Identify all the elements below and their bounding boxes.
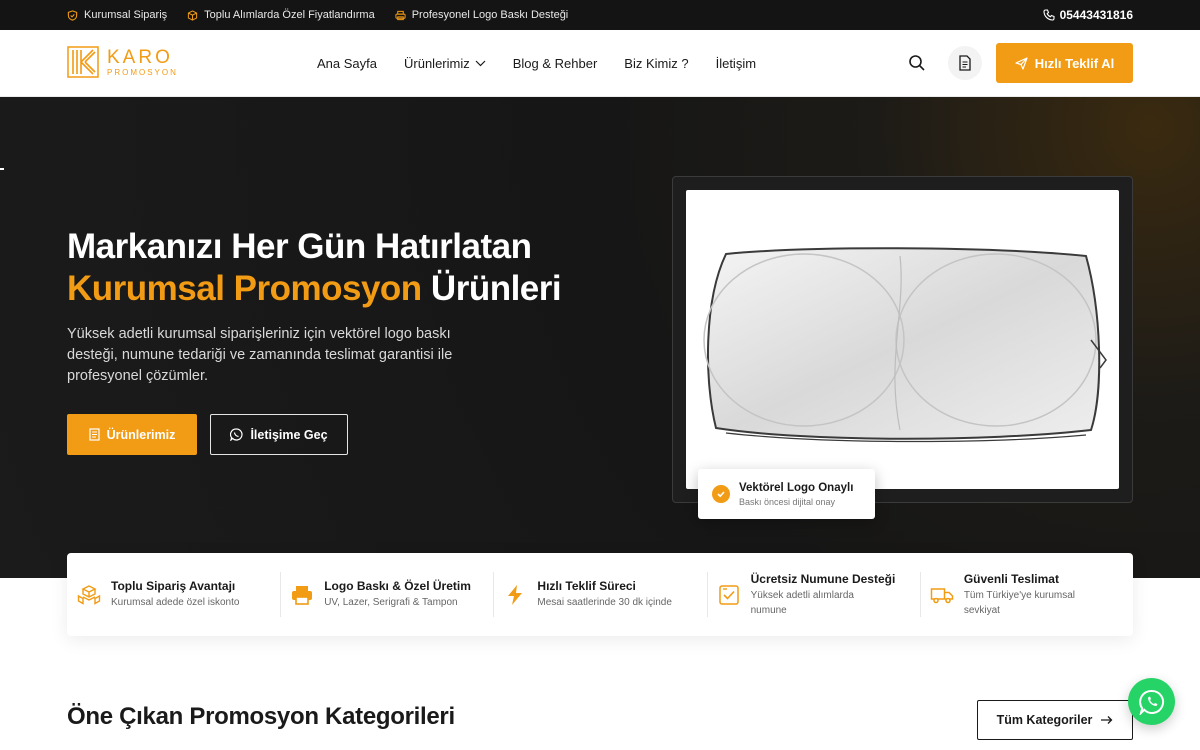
feature-fast-quote: Hızlı Teklif Süreci Mesai saatlerinde 30…: [493, 553, 706, 636]
logo-sub-text: PROMOSYON: [107, 67, 178, 77]
shield-icon: [67, 9, 78, 21]
whatsapp-icon: [230, 428, 244, 441]
box-icon: [188, 9, 198, 21]
contact-button[interactable]: İletişime Geç: [210, 414, 348, 455]
feature-title: Güvenli Teslimat: [963, 571, 1059, 586]
document-icon: [959, 55, 971, 71]
printer-icon: [395, 10, 406, 20]
printer-icon: [292, 585, 313, 605]
feature-title: Toplu Sipariş Avantajı: [111, 579, 236, 593]
quick-quote-label: Hızlı Teklif Al: [1034, 55, 1115, 71]
vector-logo-badge: Vektörel Logo Onaylı Baskı öncesi dijita…: [698, 469, 875, 519]
features-bar: Toplu Sipariş Avantajı Kurumsal adede öz…: [67, 553, 1133, 636]
chevron-down-icon: [475, 60, 486, 67]
nav-item-label: Ürünlerimiz: [404, 56, 470, 71]
nav-item-about[interactable]: Biz Kimiz ?: [624, 56, 688, 71]
feature-bulk-order: Toplu Sipariş Avantajı Kurumsal adede öz…: [67, 553, 280, 636]
checklist-icon: [718, 584, 739, 605]
section-title: Öne Çıkan Promosyon Kategorileri: [67, 703, 455, 730]
topbar-item-label: Profesyonel Logo Baskı Desteği: [411, 9, 569, 21]
main-nav: Ana Sayfa Ürünlerimiz Blog & Rehber Biz …: [317, 30, 756, 97]
karo-logo-icon: [67, 46, 99, 78]
feature-desc: UV, Lazer, Serigrafi & Tampon: [324, 597, 458, 608]
nav-item-home[interactable]: Ana Sayfa: [317, 56, 377, 71]
logo-main-text: KARO: [107, 46, 173, 68]
site-logo[interactable]: KARO PROMOSYON: [67, 46, 178, 78]
topbar-item-label: Toplu Alımlarda Özel Fiyatlandırma: [204, 9, 375, 21]
bolt-icon: [508, 584, 523, 605]
quick-quote-button[interactable]: Hızlı Teklif Al: [996, 43, 1133, 83]
catalog-icon: [89, 428, 100, 441]
phone-icon: [1043, 9, 1055, 21]
feature-logo-print: Logo Baskı & Özel Üretim UV, Lazer, Seri…: [280, 553, 493, 636]
whatsapp-icon: [1138, 689, 1164, 715]
feature-desc: Tüm Türkiye'ye kurumsal sevkiyat: [963, 589, 1076, 616]
feature-title: Hızlı Teklif Süreci: [537, 579, 636, 593]
arrow-right-icon: [1101, 716, 1113, 724]
sunshade-illustration: [703, 247, 1107, 443]
hero-title: Markanızı Her Gün Hatırlatan Kurumsal Pr…: [67, 226, 562, 310]
hero-title-rest: Ürünleri: [421, 269, 562, 308]
all-categories-label: Tüm Kategoriler: [996, 713, 1093, 727]
hero-lead: Yüksek adetli kurumsal siparişleriniz iç…: [67, 326, 453, 384]
nav-item-contact[interactable]: İletişim: [716, 56, 756, 71]
contact-button-label: İletişime Geç: [250, 427, 328, 442]
topbar-item-corporate: Kurumsal Sipariş: [67, 9, 167, 21]
hero-title-line1: Markanızı Her Gün Hatırlatan: [67, 227, 532, 266]
search-button[interactable]: [900, 46, 934, 80]
sunshade-product-image: [686, 190, 1119, 489]
send-icon: [1015, 56, 1028, 70]
nav-item-blog[interactable]: Blog & Rehber: [513, 56, 598, 71]
badge-subtitle: Baskı öncesi dijital onay: [739, 496, 836, 507]
check-circle-icon: [712, 485, 730, 503]
feature-title: Ücretsiz Numune Desteği: [750, 571, 896, 586]
feature-title: Logo Baskı & Özel Üretim: [324, 579, 471, 593]
hero-title-accent: Kurumsal Promosyon: [67, 269, 422, 308]
all-categories-button[interactable]: Tüm Kategoriler: [977, 700, 1133, 740]
feature-desc: Kurumsal adede özel iskonto: [111, 597, 240, 608]
search-icon: [909, 55, 925, 71]
nav-item-products[interactable]: Ürünlerimiz: [404, 56, 486, 71]
boxes-icon: [77, 584, 101, 605]
topbar-item-bulk: Toplu Alımlarda Özel Fiyatlandırma: [187, 9, 375, 21]
main-header: KARO PROMOSYON Ana Sayfa Ürünlerimiz Blo…: [0, 30, 1200, 97]
hero-product-frame: [672, 176, 1133, 503]
hero-section: Markanızı Her Gün Hatırlatan Kurumsal Pr…: [0, 97, 1200, 578]
topbar-item-label: Kurumsal Sipariş: [84, 9, 168, 21]
products-button[interactable]: Ürünlerimiz: [67, 414, 197, 455]
whatsapp-float-button[interactable]: [1128, 678, 1175, 725]
top-bar: Kurumsal Sipariş Toplu Alımlarda Özel Fi…: [0, 0, 1200, 30]
feature-free-sample: Ücretsiz Numune Desteği Yüksek adetli al…: [706, 553, 920, 636]
phone-number: 05443431816: [1059, 8, 1133, 22]
quote-list-button[interactable]: [948, 46, 982, 80]
feature-desc: Yüksek adetli alımlarda numune: [750, 589, 854, 616]
products-button-label: Ürünlerimiz: [106, 427, 176, 442]
truck-icon: [930, 587, 954, 603]
feature-desc: Mesai saatlerinde 30 dk içinde: [537, 597, 672, 608]
badge-title: Vektörel Logo Onaylı: [739, 481, 854, 494]
topbar-item-logo-print: Profesyonel Logo Baskı Desteği: [395, 9, 569, 21]
feature-safe-delivery: Güvenli Teslimat Tüm Türkiye'ye kurumsal…: [919, 553, 1133, 636]
phone-link[interactable]: 05443431816: [1043, 8, 1133, 22]
